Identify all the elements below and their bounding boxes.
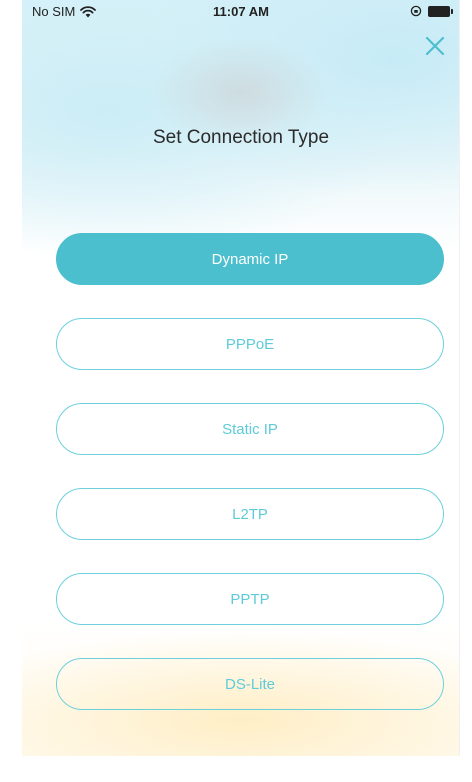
battery-icon [428,5,453,17]
status-right [410,5,453,17]
app-screen: No SIM 11:07 AM Set Connection Type Dyna… [22,0,460,756]
option-label: DS-Lite [224,675,276,693]
status-time: 11:07 AM [213,4,269,19]
option-pptp[interactable]: PPTP [56,573,444,625]
option-dynamic-ip[interactable]: Dynamic IP [56,233,444,285]
option-label: PPTP [230,590,270,608]
connection-type-list: Dynamic IP PPPoE Static IP L2TP PPTP DS-… [56,233,444,743]
close-icon[interactable] [423,34,447,58]
option-label: PPPoE [225,335,275,353]
device-frame: No SIM 11:07 AM Set Connection Type Dyna… [0,0,472,782]
option-static-ip[interactable]: Static IP [56,403,444,455]
option-label: L2TP [232,505,268,523]
option-ds-lite[interactable]: DS-Lite [56,658,444,710]
status-bar: No SIM 11:07 AM [22,0,459,24]
option-label: Static IP [222,420,278,438]
option-l2tp[interactable]: L2TP [56,488,444,540]
option-label: Dynamic IP [211,250,289,268]
page-title: Set Connection Type [152,127,330,148]
option-pppoe[interactable]: PPPoE [56,318,444,370]
lock-icon [410,5,422,17]
